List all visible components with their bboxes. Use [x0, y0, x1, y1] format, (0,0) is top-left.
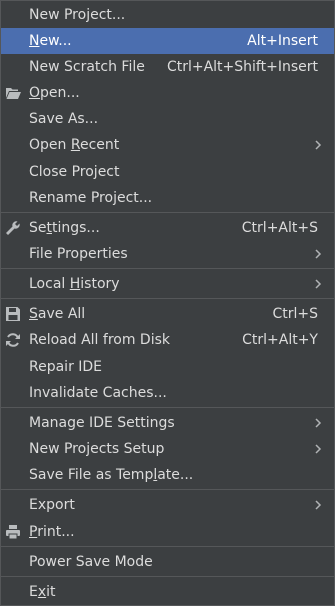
menu-item-label: Settings... [29, 220, 100, 236]
menu-item-label: Rename Project... [29, 190, 153, 206]
menu-item-new[interactable]: New... Alt+Insert [1, 28, 334, 54]
chevron-right-icon [315, 500, 322, 510]
menu-item-label: Repair IDE [29, 359, 103, 375]
chevron-right-icon [315, 444, 322, 454]
menu-item-label: Local History [29, 276, 120, 292]
menu-item-shortcut: Ctrl+Alt+Y [242, 332, 318, 348]
menu-separator [1, 268, 334, 269]
menu-separator [1, 212, 334, 213]
menu-item-settings[interactable]: Settings... Ctrl+Alt+S [1, 215, 334, 241]
menu-item-label: New Scratch File [29, 59, 145, 75]
menu-item-reload-all-from-disk[interactable]: Reload All from Disk Ctrl+Alt+Y [1, 327, 334, 353]
menu-item-close-project[interactable]: Close Project [1, 159, 334, 185]
menu-item-shortcut: Alt+Insert [247, 33, 318, 49]
menu-item-label: Export [29, 497, 75, 513]
folder-open-icon [6, 88, 21, 99]
menu-separator [1, 576, 334, 577]
save-icon [6, 307, 20, 321]
menu-item-save-all[interactable]: Save All Ctrl+S [1, 301, 334, 327]
menu-item-label: Close Project [29, 164, 120, 180]
menu-item-save-as[interactable]: Save As... [1, 106, 334, 132]
menu-item-print[interactable]: Print... [1, 519, 334, 545]
print-icon [6, 525, 20, 540]
menu-item-repair-ide[interactable]: Repair IDE [1, 354, 334, 380]
menu-item-label: New... [29, 33, 72, 49]
menu-item-shortcut: Ctrl+Alt+Shift+Insert [166, 59, 318, 75]
menu-item-shortcut: Ctrl+S [272, 306, 318, 322]
menu-item-new-project[interactable]: New Project... [1, 2, 334, 28]
menu-item-export[interactable]: Export [1, 492, 334, 518]
menu-separator [1, 546, 334, 547]
menu-item-label: Exit [29, 584, 56, 600]
menu-item-label: Print... [29, 524, 75, 540]
menu-separator [1, 298, 334, 299]
menu-separator [1, 489, 334, 490]
menu-item-rename-project[interactable]: Rename Project... [1, 185, 334, 211]
menu-item-label: Open Recent [29, 137, 120, 153]
menu-item-label: Manage IDE Settings [29, 415, 175, 431]
menu-item-label: New Project... [29, 7, 126, 23]
menu-item-file-properties[interactable]: File Properties [1, 241, 334, 267]
menu-item-local-history[interactable]: Local History [1, 271, 334, 297]
menu-item-label: Invalidate Caches... [29, 385, 167, 401]
menu-item-label: Reload All from Disk [29, 332, 170, 348]
menu-item-power-save-mode[interactable]: Power Save Mode [1, 549, 334, 575]
menu-item-invalidate-caches[interactable]: Invalidate Caches... [1, 380, 334, 406]
chevron-right-icon [315, 249, 322, 259]
file-menu: New Project... New... Alt+Insert New Scr… [0, 0, 335, 606]
menu-item-open[interactable]: Open... [1, 80, 334, 106]
menu-item-label: Open... [29, 85, 80, 101]
wrench-icon [6, 221, 20, 235]
menu-item-label: New Projects Setup [29, 441, 165, 457]
menu-item-label: Save All [29, 306, 86, 322]
menu-item-exit[interactable]: Exit [1, 579, 334, 605]
menu-item-new-projects-setup[interactable]: New Projects Setup [1, 436, 334, 462]
chevron-right-icon [315, 418, 322, 428]
chevron-right-icon [315, 140, 322, 150]
menu-item-label: Power Save Mode [29, 554, 153, 570]
chevron-right-icon [315, 279, 322, 289]
menu-separator [1, 407, 334, 408]
reload-icon [6, 333, 20, 347]
menu-item-save-file-as-template[interactable]: Save File as Template... [1, 462, 334, 488]
menu-item-manage-ide-settings[interactable]: Manage IDE Settings [1, 410, 334, 436]
menu-item-shortcut: Ctrl+Alt+S [241, 220, 318, 236]
menu-item-new-scratch-file[interactable]: New Scratch File Ctrl+Alt+Shift+Insert [1, 54, 334, 80]
menu-item-open-recent[interactable]: Open Recent [1, 132, 334, 158]
menu-item-label: Save File as Template... [29, 467, 194, 483]
menu-item-label: File Properties [29, 246, 128, 262]
menu-item-label: Save As... [29, 111, 99, 127]
